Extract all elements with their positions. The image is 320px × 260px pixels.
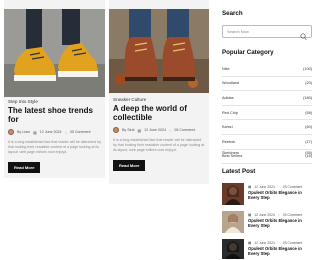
blog-card[interactable]: Sneaker Culture A deep the world of coll…: [109, 0, 209, 184]
calendar-icon: ▦: [248, 241, 252, 245]
category-count: (58): [305, 110, 312, 115]
category-name[interactable]: Red Chip: [222, 111, 238, 115]
comment-icon: ◌: [64, 129, 67, 135]
post-comments[interactable]: 03 Comment: [283, 241, 302, 245]
latest-post-item[interactable]: ▦ 12 June 2024 ◌ 03 Comment Opulent Orbits…: [222, 239, 314, 259]
comment-icon: ◌: [277, 241, 280, 245]
category-item[interactable]: Adidas (180): [222, 91, 312, 106]
post-comments[interactable]: 05 Comment: [174, 128, 195, 132]
category-item[interactable]: Nike (100): [222, 62, 312, 77]
comment-icon: ◌: [168, 127, 172, 133]
post-thumbnail[interactable]: [222, 183, 244, 205]
card-body: Step Into Style The latest shoe trends f…: [8, 99, 102, 174]
comment-icon: ◌: [277, 213, 280, 217]
category-heading: Popular Category: [222, 49, 274, 56]
author-avatar: [8, 129, 14, 135]
post-thumbnail[interactable]: [222, 239, 244, 259]
category-count: (20): [305, 81, 312, 86]
category-name[interactable]: Adidas: [222, 96, 234, 100]
post-title[interactable]: Opulent Orbits Elegance in Every Step: [248, 190, 310, 200]
post-category[interactable]: Sneaker Culture: [113, 97, 206, 103]
post-meta: By Liam ▦ 12 June 2024 ◌ 05 Comment: [8, 129, 102, 135]
category-count: (17): [305, 139, 312, 144]
read-more-button[interactable]: Read More: [113, 159, 146, 171]
latest-post-item[interactable]: ▦ 12 June 2024 ◌ 03 Comment Opulent Orbits…: [222, 211, 314, 235]
category-item[interactable]: Woodland (20): [222, 77, 312, 92]
post-comments[interactable]: 05 Comment: [70, 130, 91, 134]
post-meta: ▦ 12 June 2024 ◌ 03 Comment: [248, 241, 302, 245]
category-count: (60): [305, 125, 312, 130]
post-excerpt: It is a long established fact that reade…: [113, 138, 205, 153]
blog-card[interactable]: Step Into Style The latest shoe trends f…: [4, 0, 105, 178]
author-avatar: [113, 127, 119, 133]
search-box[interactable]: [222, 25, 312, 41]
category-item[interactable]: Kamzi (60): [222, 120, 312, 135]
calendar-icon: ▦: [32, 129, 37, 135]
latest-post-item[interactable]: ▦ 12 June 2024 ◌ 03 Comment Opulent Orbits…: [222, 183, 314, 207]
search-icon[interactable]: [300, 28, 307, 46]
post-image-brown-boots[interactable]: [109, 9, 209, 93]
category-name[interactable]: Sketchers: [222, 151, 239, 155]
post-image-yellow-sneakers[interactable]: [4, 9, 105, 97]
comment-icon: ◌: [277, 185, 280, 189]
search-heading: Search: [222, 10, 243, 17]
post-meta: By Siral ▦ 12 June 2024 ◌ 05 Comment: [113, 127, 206, 133]
category-name[interactable]: Woodland: [222, 81, 239, 85]
post-excerpt: It is a long established fact that reade…: [8, 140, 102, 155]
post-title[interactable]: Opulent Orbits Elegance in Every Step: [248, 246, 310, 256]
category-count: (180): [303, 95, 312, 100]
post-author[interactable]: By Siral: [122, 128, 134, 132]
post-date: 12 June 2024: [144, 128, 166, 132]
post-comments[interactable]: 03 Comment: [283, 213, 302, 217]
calendar-icon: ▦: [248, 185, 252, 189]
post-date: 12 June 2024: [39, 130, 62, 134]
post-author[interactable]: By Liam: [17, 130, 30, 134]
search-input[interactable]: [227, 29, 307, 34]
calendar-icon: ▦: [137, 127, 142, 133]
post-thumbnail[interactable]: [222, 211, 244, 233]
post-date: 12 June 2024: [254, 213, 275, 217]
category-count: (100): [303, 66, 312, 71]
post-meta: ▦ 12 June 2024 ◌ 03 Comment: [248, 185, 302, 189]
post-category[interactable]: Step Into Style: [8, 99, 102, 105]
category-count: (55): [305, 151, 312, 156]
category-name[interactable]: Kamzi: [222, 125, 233, 129]
post-date: 12 June 2024: [254, 185, 275, 189]
category-item[interactable]: Sketchers (55): [222, 146, 312, 161]
latest-post-heading: Latest Post: [222, 168, 256, 175]
calendar-icon: ▦: [248, 213, 252, 217]
category-item[interactable]: Red Chip (58): [222, 106, 312, 121]
post-title[interactable]: The latest shoe trends for: [8, 106, 102, 124]
post-meta: ▦ 12 June 2024 ◌ 03 Comment: [248, 213, 302, 217]
post-title[interactable]: Opulent Orbits Elegance in Every Step: [248, 218, 310, 228]
post-comments[interactable]: 03 Comment: [283, 185, 302, 189]
read-more-button[interactable]: Read More: [8, 161, 41, 173]
post-title[interactable]: A deep the world of collectible: [113, 104, 206, 122]
category-name[interactable]: Nike: [222, 67, 230, 71]
post-date: 12 June 2024: [254, 241, 275, 245]
card-body: Sneaker Culture A deep the world of coll…: [113, 97, 206, 172]
category-name[interactable]: Reebok: [222, 140, 235, 144]
